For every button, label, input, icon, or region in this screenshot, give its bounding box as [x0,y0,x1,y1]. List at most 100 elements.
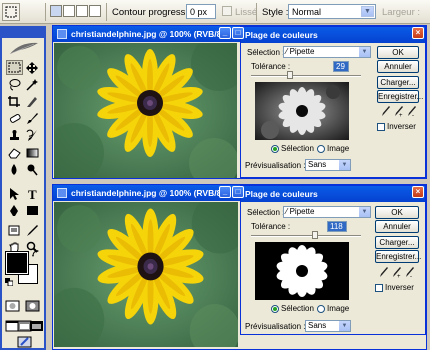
invert-checkbox-2[interactable] [375,284,383,292]
tolerance-slider-1[interactable] [251,75,361,77]
antialias-checkbox[interactable] [222,6,232,16]
eyedropper-icon[interactable] [24,223,41,238]
foreground-color-swatch[interactable] [5,251,29,275]
eyedropper-plus-icon[interactable]: + [392,266,402,278]
image-radio-label-2: Image [327,304,350,313]
selection-radio-label-2: Sélection [281,304,314,313]
eyedropper-icon[interactable] [381,105,391,117]
full-screen-icon[interactable] [28,318,43,333]
quickmask-icon[interactable] [4,298,20,313]
save-button-2[interactable]: Enregistrer... [375,250,421,263]
shape-icon[interactable] [24,203,41,218]
magic-wand-icon[interactable] [24,77,41,92]
tolerance-input-2[interactable]: 118 [327,221,347,232]
style-select[interactable]: Normal ▼ [288,4,376,19]
document-canvas-2[interactable] [54,202,238,347]
chevron-down-icon: ▼ [339,321,350,331]
load-button-1[interactable]: Charger... [377,76,419,89]
notes-icon[interactable] [6,223,23,238]
eyedropper-plus-icon[interactable]: + [394,105,404,117]
healing-brush-icon[interactable] [6,111,23,126]
mask-preview-1 [255,82,349,140]
image-radio-2[interactable] [317,305,325,313]
quickmask-on-icon[interactable] [24,298,40,313]
eyedropper-icon[interactable] [379,266,389,278]
adobe-feather-icon[interactable] [8,40,40,56]
selection-select-2[interactable]: ⁄ Pipette ▼ [283,206,371,218]
tolerance-input-1[interactable]: 29 [333,61,349,72]
eraser-icon[interactable] [6,145,23,160]
width-label: Largeur : [382,7,421,18]
load-button-2[interactable]: Charger... [375,236,419,249]
document-window-2: christiandelphine.jpg @ 100% (RVB/8#) Pl… [52,184,427,350]
tool-preset-picker[interactable] [2,3,20,21]
maximize-button-1[interactable]: □ [232,27,244,39]
new-selection-mode[interactable] [50,5,62,17]
tolerance-slider-thumb-2[interactable] [311,231,318,239]
minimize-button-2[interactable]: _ [219,186,231,198]
selection-label-2: Sélection : [247,208,285,217]
svg-text:T: T [28,187,37,200]
subtract-selection-mode[interactable] [76,5,88,17]
minimize-button-1[interactable]: _ [219,27,231,39]
marquee-preset-icon [5,6,17,18]
preview-value-2: Sans [308,321,327,330]
intersect-selection-mode[interactable] [89,5,101,17]
save-button-1[interactable]: Enregistrer... [377,90,423,103]
marquee-tool-icon[interactable] [6,60,23,75]
stamp-icon[interactable] [6,128,23,143]
close-button-dialog-1[interactable]: × [412,27,424,39]
chevron-down-icon: ▼ [339,160,350,170]
selection-radio-2[interactable] [271,305,279,313]
feather-input[interactable]: 0 px [186,4,216,19]
flower-photo-2 [54,202,238,347]
swap-colors-icon[interactable] [32,250,40,258]
default-colors-icon[interactable] [5,278,14,287]
dodge-icon[interactable] [24,162,41,177]
image-radio-1[interactable] [317,145,325,153]
ok-button-2[interactable]: OK [375,206,419,219]
tolerance-slider-thumb-1[interactable] [286,71,293,79]
gradient-icon[interactable] [24,145,41,160]
cancel-button-1[interactable]: Annuler [377,60,419,73]
eyedropper-minus-icon[interactable]: - [405,266,415,278]
cancel-button-2[interactable]: Annuler [375,220,419,233]
selection-value-2: Pipette [289,207,315,216]
add-selection-mode[interactable] [63,5,75,17]
imageready-icon[interactable] [16,334,32,349]
maximize-button-2[interactable]: □ [232,186,244,198]
ok-button-1[interactable]: OK [377,46,419,59]
tolerance-slider-2[interactable] [251,235,361,237]
history-brush-icon[interactable] [24,128,41,143]
selection-radio-1[interactable] [271,145,279,153]
svg-text:+: + [399,113,403,117]
chevron-down-icon: ▼ [359,207,370,217]
brush-icon[interactable] [24,111,41,126]
separator [256,3,257,21]
selection-value-1: Pipette [289,47,315,56]
document-canvas-1[interactable] [54,43,237,178]
dialog-title-1: Plage de couleurs [245,30,318,40]
flower-photo-1 [54,43,237,178]
eyedropper-minus-icon[interactable]: - [407,105,417,117]
options-bar: Contour progressif : 0 px Lissé Style : … [0,0,430,24]
type-icon[interactable]: T [24,186,41,202]
blur-icon[interactable] [6,162,23,177]
pen-icon[interactable] [6,203,23,218]
style-value: Normal [292,7,322,17]
preview-select-2[interactable]: Sans ▼ [305,320,351,332]
toolbox-titlebar[interactable] [2,28,44,38]
move-tool-icon[interactable] [24,60,41,75]
path-select-icon[interactable] [6,186,23,201]
slice-icon[interactable] [24,94,41,109]
close-button-dialog-2[interactable]: × [412,186,424,198]
invert-checkbox-1[interactable] [377,123,385,131]
crop-icon[interactable] [6,94,23,109]
preview-select-1[interactable]: Sans ▼ [305,159,351,171]
tolerance-label-1: Tolérance : [251,62,291,71]
color-range-title-bar-2[interactable]: Plage de couleurs [241,186,425,202]
selection-select-1[interactable]: ⁄ Pipette ▼ [283,46,371,58]
lasso-tool-icon[interactable] [6,77,23,92]
color-range-dialog-2: Plage de couleurs Sélection : ⁄ Pipette … [240,185,426,335]
color-range-title-bar-1[interactable]: Plage de couleurs [241,27,425,43]
